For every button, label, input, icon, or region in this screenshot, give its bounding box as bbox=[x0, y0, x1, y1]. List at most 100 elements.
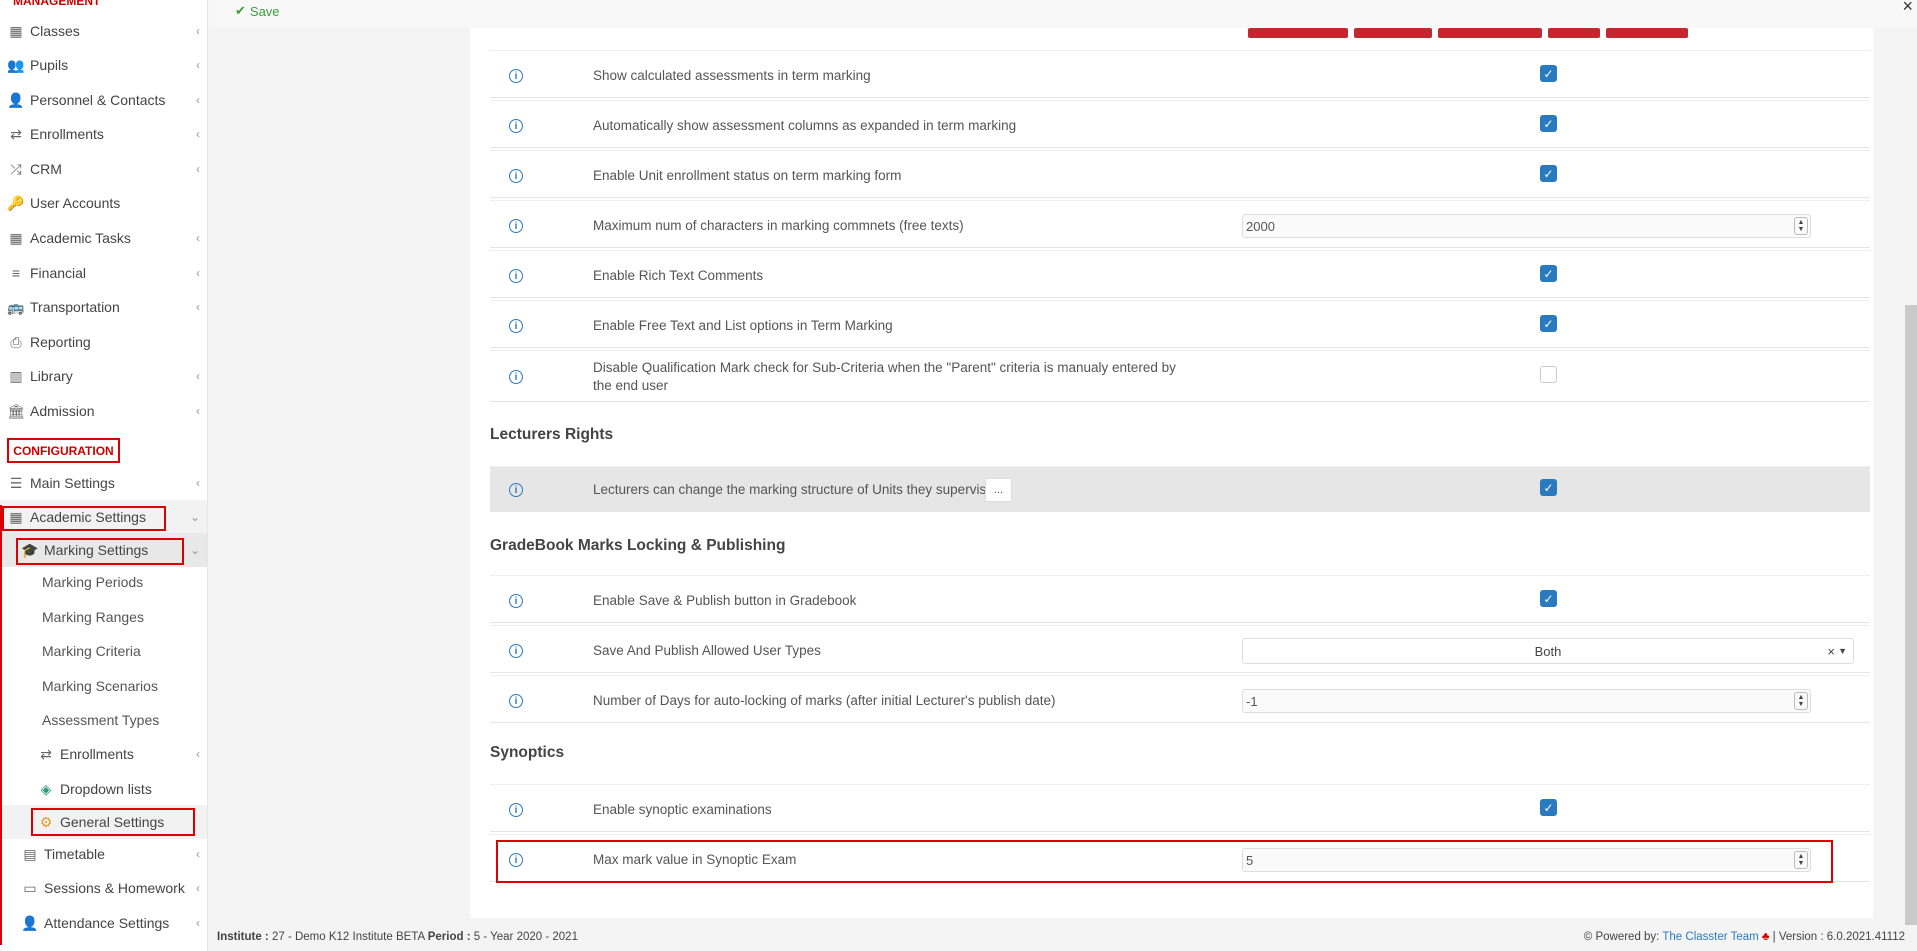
setting-row: i Number of Days for auto-locking of mar… bbox=[490, 675, 1870, 723]
spinner-icon[interactable]: ▲ ▼ bbox=[1794, 692, 1808, 710]
sidebar-item-attendance[interactable]: 👤 Attendance Settings ‹ bbox=[0, 906, 207, 940]
checkbox[interactable]: ✓ bbox=[1540, 115, 1557, 132]
sidebar-item-user-accounts[interactable]: 🔑 User Accounts bbox=[0, 186, 207, 220]
sidebar-item-transportation[interactable]: 🚌 Transportation ‹ bbox=[0, 290, 207, 324]
sliders-icon: ☰ bbox=[9, 474, 23, 491]
autolock-days-input[interactable]: -1 ▲ ▼ bbox=[1242, 689, 1811, 713]
spinner-icon[interactable]: ▲ ▼ bbox=[1794, 217, 1808, 235]
sidebar-item-financial[interactable]: ≡ Financial ‹ bbox=[0, 256, 207, 290]
info-icon[interactable]: i bbox=[509, 169, 523, 183]
setting-row: i Disable Qualification Mark check for S… bbox=[490, 350, 1870, 402]
info-icon[interactable]: i bbox=[509, 219, 523, 233]
info-icon[interactable]: i bbox=[509, 803, 523, 817]
sidebar-item-marking-periods[interactable]: Marking Periods bbox=[42, 565, 143, 599]
configuration-label: CONFIGURATION bbox=[7, 438, 120, 463]
chevron-left-icon: ‹ bbox=[196, 266, 200, 280]
scrollbar[interactable] bbox=[1905, 305, 1917, 925]
sidebar-item-pupils[interactable]: 👥 Pupils ‹ bbox=[0, 48, 207, 82]
sidebar-item-academic-tasks[interactable]: ▦ Academic Tasks ‹ bbox=[0, 221, 207, 255]
key-icon: 🔑 bbox=[7, 194, 25, 211]
info-icon[interactable]: i bbox=[509, 269, 523, 283]
chevron-left-icon: ‹ bbox=[196, 231, 200, 245]
save-button[interactable]: ✔ Save bbox=[235, 3, 280, 19]
tag-chip[interactable] bbox=[1354, 28, 1432, 38]
sidebar-item-library[interactable]: ▥ Library ‹ bbox=[0, 359, 207, 393]
classter-logo-icon: ♣ bbox=[1761, 931, 1770, 943]
setting-row: i Enable synoptic examinations ✓ bbox=[490, 784, 1870, 832]
chevron-left-icon: ‹ bbox=[196, 916, 200, 930]
sidebar-item-general-settings[interactable]: ⚙ General Settings bbox=[0, 805, 207, 839]
sidebar-item-marking-scenarios[interactable]: Marking Scenarios bbox=[42, 669, 158, 703]
sidebar-item-admission[interactable]: 🏛 Admission ‹ bbox=[0, 394, 207, 428]
info-icon[interactable]: i bbox=[509, 69, 523, 83]
sidebar-item-sub-enrollments[interactable]: ⇄ Enrollments ‹ bbox=[0, 737, 207, 771]
checkbox[interactable]: ✓ bbox=[1540, 265, 1557, 282]
chevron-left-icon: ‹ bbox=[196, 300, 200, 314]
chevron-left-icon: ‹ bbox=[196, 127, 200, 141]
close-icon[interactable]: × bbox=[1902, 0, 1913, 17]
tag-chip[interactable] bbox=[1438, 28, 1542, 38]
info-icon[interactable]: i bbox=[509, 483, 523, 497]
sidebar-item-main-settings[interactable]: ☰ Main Settings ‹ bbox=[0, 466, 207, 500]
info-icon[interactable]: i bbox=[509, 694, 523, 708]
clear-icon[interactable]: × bbox=[1827, 644, 1835, 659]
user-types-select[interactable]: Both × ▼ bbox=[1242, 638, 1854, 664]
checkbox[interactable]: ✓ bbox=[1540, 165, 1557, 182]
tag-chip[interactable] bbox=[1606, 28, 1688, 38]
highlight-box bbox=[2, 506, 166, 531]
chevron-left-icon: ‹ bbox=[196, 58, 200, 72]
top-bar bbox=[209, 0, 1917, 28]
chevron-down-icon: ⌄ bbox=[189, 543, 200, 557]
chevron-left-icon: ‹ bbox=[196, 404, 200, 418]
layers-icon: ◈ bbox=[40, 780, 52, 797]
tag-chip[interactable] bbox=[1248, 28, 1348, 38]
sidebar-item-assessment-types[interactable]: Assessment Types bbox=[42, 703, 159, 737]
classter-team-link[interactable]: The Classter Team bbox=[1662, 931, 1758, 943]
info-icon[interactable]: i bbox=[509, 644, 523, 658]
chevron-left-icon: ‹ bbox=[196, 24, 200, 38]
sidebar-item-reporting[interactable]: ⎙ Reporting bbox=[0, 325, 207, 359]
dashboard-icon: ▦ bbox=[9, 229, 23, 246]
chevron-left-icon: ‹ bbox=[196, 93, 200, 107]
caret-down-icon[interactable]: ▼ bbox=[1838, 646, 1847, 656]
print-icon: ⎙ bbox=[10, 333, 22, 350]
more-button[interactable]: ... bbox=[985, 478, 1012, 502]
sidebar-item-timetable[interactable]: ▤ Timetable ‹ bbox=[0, 837, 207, 871]
info-icon[interactable]: i bbox=[509, 119, 523, 133]
sidebar-item-enrollments[interactable]: ⇄ Enrollments ‹ bbox=[0, 117, 207, 151]
sidebar-item-marking-criteria[interactable]: Marking Criteria bbox=[42, 634, 141, 668]
bank-icon: 🏛 bbox=[7, 402, 25, 419]
checkbox[interactable]: ✓ bbox=[1540, 590, 1557, 607]
board-icon: ▭ bbox=[23, 879, 37, 896]
checkbox[interactable]: ✓ bbox=[1540, 799, 1557, 816]
info-icon[interactable]: i bbox=[509, 319, 523, 333]
sidebar-item-dropdown-lists[interactable]: ◈ Dropdown lists bbox=[0, 772, 207, 806]
setting-row: i Save And Publish Allowed User Types Bo… bbox=[490, 625, 1870, 673]
tag-chip[interactable] bbox=[1548, 28, 1600, 38]
sidebar-item-personnel[interactable]: 👤 Personnel & Contacts ‹ bbox=[0, 83, 207, 117]
section-heading: Lecturers Rights bbox=[490, 426, 614, 443]
tag-strip bbox=[1248, 28, 1688, 38]
chevron-left-icon: ‹ bbox=[196, 162, 200, 176]
checkbox[interactable]: ✓ bbox=[1540, 479, 1557, 496]
sidebar-item-academic-settings[interactable]: ▦ Academic Settings ⌄ bbox=[0, 500, 207, 534]
highlight-box bbox=[496, 840, 1833, 883]
swap-icon: ⇄ bbox=[40, 745, 52, 762]
sidebar-item-sessions[interactable]: ▭ Sessions & Homework ‹ bbox=[0, 871, 207, 905]
sidebar-item-classes[interactable]: ▦ Classes ‹ bbox=[0, 14, 207, 48]
max-chars-input[interactable]: 2000 ▲ ▼ bbox=[1242, 214, 1811, 238]
checkbox[interactable]: ✓ bbox=[1540, 65, 1557, 82]
chevron-left-icon: ‹ bbox=[196, 476, 200, 490]
sidebar-item-crm[interactable]: ⤮ CRM ‹ bbox=[0, 152, 207, 186]
setting-row: i Enable Save & Publish button in Gradeb… bbox=[490, 575, 1870, 623]
chevron-left-icon: ‹ bbox=[196, 847, 200, 861]
setting-row: i Show calculated assessments in term ma… bbox=[490, 50, 1870, 98]
info-icon[interactable]: i bbox=[509, 594, 523, 608]
checkbox[interactable]: ✓ bbox=[1540, 315, 1557, 332]
sidebar-item-marking-settings[interactable]: 🎓 Marking Settings ⌄ bbox=[0, 533, 207, 567]
info-icon[interactable]: i bbox=[509, 370, 523, 384]
checkbox[interactable] bbox=[1540, 366, 1557, 383]
footer-info: Institute : 27 - Demo K12 Institute BETA… bbox=[217, 931, 578, 943]
highlight-box bbox=[31, 808, 195, 836]
sidebar-item-marking-ranges[interactable]: Marking Ranges bbox=[42, 600, 144, 634]
